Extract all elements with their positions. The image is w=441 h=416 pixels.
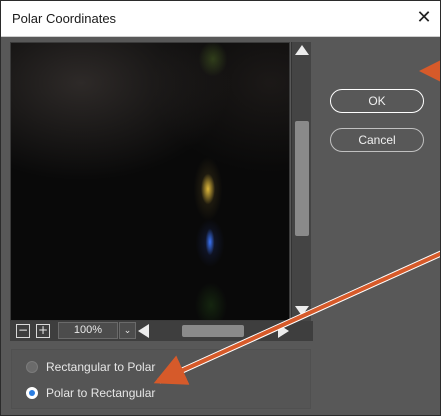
zoom-level-field[interactable]: 100% xyxy=(58,322,118,339)
preview-panel xyxy=(10,42,313,323)
scroll-up-arrow-icon[interactable] xyxy=(295,45,309,55)
radio-polar-to-rectangular[interactable] xyxy=(26,387,38,399)
dialog-title: Polar Coordinates xyxy=(12,11,117,26)
title-bar: Polar Coordinates ✕ xyxy=(1,1,440,37)
conversion-options: Rectangular to Polar Polar to Rectangula… xyxy=(11,349,311,409)
option-polar-to-rectangular[interactable]: Polar to Rectangular xyxy=(26,384,155,402)
horizontal-scroll-thumb[interactable] xyxy=(182,325,244,337)
ok-button[interactable]: OK xyxy=(330,89,424,113)
zoom-out-button[interactable]: − xyxy=(16,324,30,338)
scroll-down-arrow-icon[interactable] xyxy=(295,306,309,316)
zoom-dropdown-chevron-icon[interactable]: ⌄ xyxy=(119,322,136,339)
radio-rectangular-to-polar[interactable] xyxy=(26,361,38,373)
zoom-toolbar: − + 100% ⌄ xyxy=(10,321,313,341)
preview-image[interactable] xyxy=(10,42,290,321)
scroll-right-arrow-icon[interactable] xyxy=(278,324,289,338)
cancel-button[interactable]: Cancel xyxy=(330,128,424,152)
vertical-scroll-thumb[interactable] xyxy=(295,121,309,236)
polar-coordinates-dialog: Polar Coordinates ✕ − + 100% ⌄ Rectangul… xyxy=(0,0,441,416)
dialog-body: − + 100% ⌄ Rectangular to Polar Polar to… xyxy=(1,37,440,415)
preview-vertical-scrollbar[interactable] xyxy=(291,42,311,321)
scroll-left-arrow-icon[interactable] xyxy=(138,324,149,338)
close-icon[interactable]: ✕ xyxy=(414,8,434,26)
option-rectangular-to-polar[interactable]: Rectangular to Polar xyxy=(26,358,155,376)
zoom-in-button[interactable]: + xyxy=(36,324,50,338)
option-label: Rectangular to Polar xyxy=(46,360,156,374)
option-label: Polar to Rectangular xyxy=(46,386,156,400)
